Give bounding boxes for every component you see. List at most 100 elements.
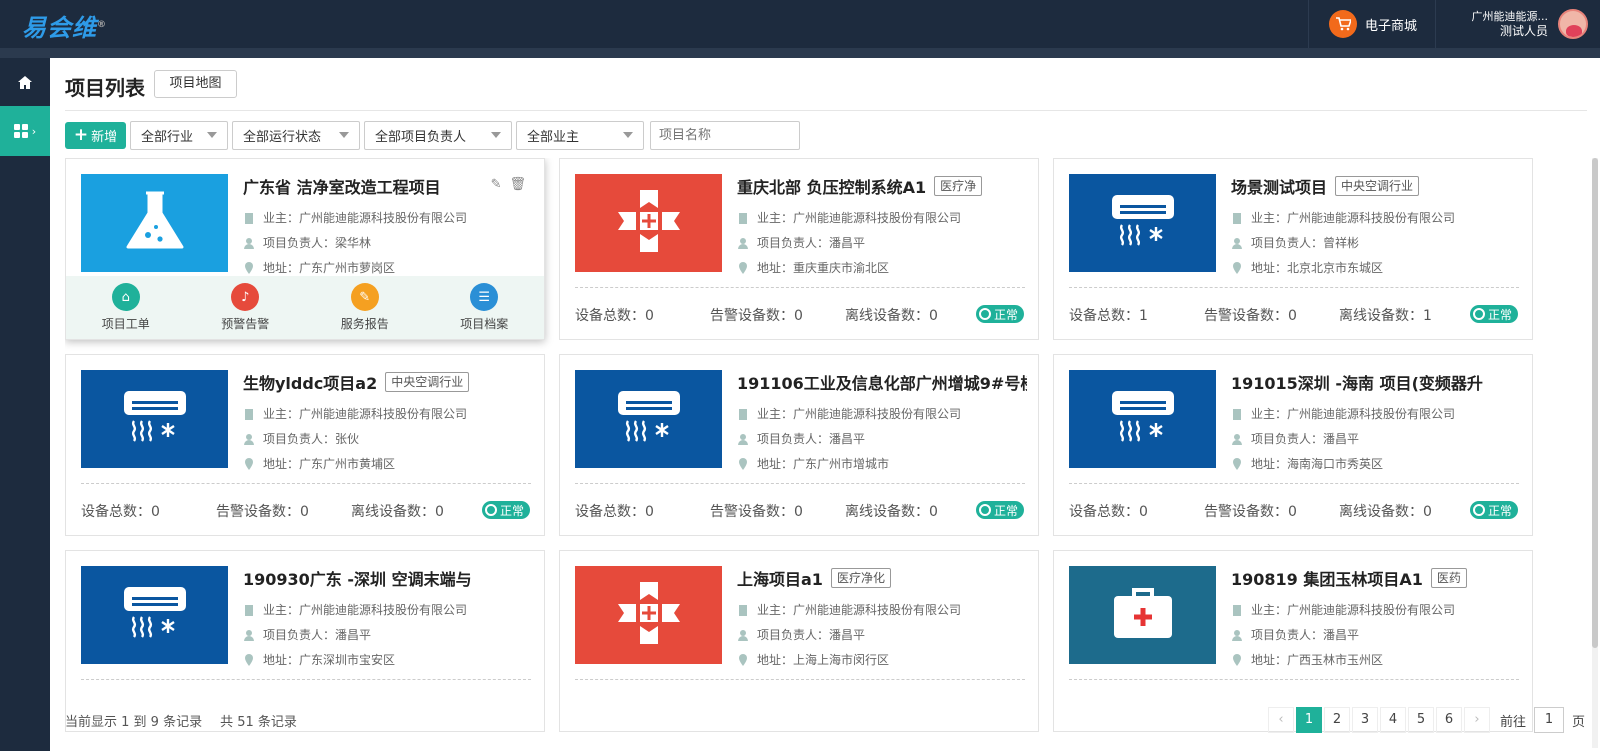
- project-thumbnail[interactable]: [81, 370, 228, 468]
- sidebar-item-home[interactable]: [0, 58, 50, 106]
- next-page-button[interactable]: ›: [1463, 707, 1490, 733]
- add-project-button[interactable]: + 新增: [65, 121, 126, 149]
- status-check-icon: [978, 504, 991, 516]
- owner-line: 业主： 广州能迪能源科技股份有限公司: [737, 601, 961, 618]
- page-1[interactable]: 1: [1295, 707, 1322, 733]
- card-action-2[interactable]: ✎ 服务报告: [305, 276, 425, 339]
- divider: [81, 483, 531, 484]
- building-icon: [1231, 212, 1243, 224]
- cart-icon: [1329, 10, 1357, 38]
- project-title[interactable]: 广东省 洁净室改造工程项目: [243, 174, 533, 198]
- divider: [575, 679, 1025, 680]
- location-pin-icon: [1231, 261, 1243, 274]
- air-conditioner-icon: [1110, 389, 1176, 449]
- alarm-total: 告警设备数：0: [710, 504, 803, 520]
- building-icon: [737, 212, 749, 224]
- project-name-search-input[interactable]: [650, 120, 800, 150]
- sidebar-item-apps[interactable]: ›: [0, 106, 50, 156]
- project-title[interactable]: 191015深圳 -海南 项目(变频器升: [1231, 370, 1521, 394]
- caret-down-icon: [207, 132, 217, 138]
- building-icon: [737, 408, 749, 420]
- scrollbar[interactable]: [1592, 158, 1598, 748]
- project-title[interactable]: 重庆北部 负压控制系统A1 医疗净: [737, 174, 1027, 198]
- device-total: 设备总数：0: [575, 308, 654, 324]
- status-badge: 正常: [975, 305, 1024, 323]
- card-action-3[interactable]: ☰ 项目档案: [425, 276, 545, 339]
- project-title[interactable]: 上海项目a1 医疗净化: [737, 566, 1027, 590]
- project-thumbnail[interactable]: [1069, 370, 1216, 468]
- page-2[interactable]: 2: [1323, 707, 1350, 733]
- project-card[interactable]: 191106工业及信息化部广州增城9#号楼a 业主： 广州能迪能源科技股份有限公司项…: [559, 354, 1039, 536]
- device-total: 设备总数：0: [81, 504, 160, 520]
- project-thumbnail[interactable]: [81, 566, 228, 664]
- device-total: 设备总数：0: [1069, 504, 1148, 520]
- goto-page-input[interactable]: 1: [1533, 707, 1564, 733]
- shop-link[interactable]: 电子商城: [1308, 0, 1436, 48]
- project-thumbnail[interactable]: [575, 174, 722, 272]
- project-title[interactable]: 场景测试项目 中央空调行业: [1231, 174, 1521, 198]
- chevron-right-icon: ›: [31, 124, 37, 138]
- header-strip: [0, 48, 1600, 58]
- project-title[interactable]: 生物ylddc项目a2 中央空调行业: [243, 370, 533, 394]
- owner-line: 业主： 广州能迪能源科技股份有限公司: [243, 601, 467, 618]
- person-icon: [737, 629, 749, 641]
- manager-select[interactable]: 全部项目负责人: [364, 120, 512, 150]
- project-grid: 广东省 洁净室改造工程项目 业主： 广州能迪能源科技股份有限公司 项目负责人： 梁华林地…: [65, 158, 1537, 746]
- air-conditioner-icon: [616, 389, 682, 449]
- project-card[interactable]: 广东省 洁净室改造工程项目 业主： 广州能迪能源科技股份有限公司 项目负责人： 梁华林地…: [65, 158, 545, 340]
- project-card[interactable]: 场景测试项目 中央空调行业业主： 广州能迪能源科技股份有限公司 项目负责人： 曾祥彬地址…: [1053, 158, 1533, 340]
- manager-line: 项目负责人： 曾祥彬: [1231, 234, 1359, 251]
- person-icon: [243, 237, 255, 249]
- project-title[interactable]: 191106工业及信息化部广州增城9#号楼a: [737, 370, 1027, 394]
- industry-select[interactable]: 全部行业: [130, 120, 228, 150]
- air-conditioner-icon: [122, 585, 188, 645]
- card-action-1[interactable]: ♪ 预警告警: [186, 276, 306, 339]
- owner-line: 业主： 广州能迪能源科技股份有限公司: [1231, 209, 1455, 226]
- page-5[interactable]: 5: [1407, 707, 1434, 733]
- prev-page-button[interactable]: ‹: [1267, 707, 1294, 733]
- avatar[interactable]: [1558, 9, 1588, 39]
- offline-total: 离线设备数：0: [1339, 504, 1432, 520]
- building-icon: [1231, 408, 1243, 420]
- project-thumbnail[interactable]: [81, 174, 228, 272]
- device-total: 设备总数：0: [575, 504, 654, 520]
- project-thumbnail[interactable]: [575, 566, 722, 664]
- page-4[interactable]: 4: [1379, 707, 1406, 733]
- offline-total: 离线设备数：0: [845, 504, 938, 520]
- person-icon: [737, 237, 749, 249]
- project-card[interactable]: 191015深圳 -海南 项目(变频器升 业主： 广州能迪能源科技股份有限公司 项目负…: [1053, 354, 1533, 536]
- project-map-button[interactable]: 项目地图: [154, 70, 237, 98]
- flask-icon: [120, 189, 190, 257]
- edit-icon[interactable]: ✎: [491, 177, 502, 192]
- project-card[interactable]: 重庆北部 负压控制系统A1 医疗净 业主： 广州能迪能源科技股份有限公司 项目负责人：潘…: [559, 158, 1039, 340]
- logo[interactable]: 易会维®: [22, 8, 107, 43]
- owner-line: 业主： 广州能迪能源科技股份有限公司: [737, 209, 961, 226]
- location-pin-icon: [1231, 457, 1243, 470]
- pager: ‹ 1 2 3 4 5 6 › 前往 1 页: [1266, 702, 1585, 738]
- status-badge: 正常: [1469, 305, 1518, 323]
- address-line: 地址： 北京北京市东城区: [1231, 259, 1383, 276]
- project-thumbnail[interactable]: [575, 370, 722, 468]
- building-icon: [737, 604, 749, 616]
- device-stats: 设备总数：0 告警设备数：0 离线设备数：0: [575, 305, 1030, 325]
- project-title[interactable]: 190930广东 -深圳 空调末端与: [243, 566, 533, 590]
- top-bar: 易会维® 电子商城 广州能迪能源... 测试人员: [0, 0, 1600, 48]
- status-select[interactable]: 全部运行状态: [232, 120, 360, 150]
- address-line: 地址： 广东广州市黄埔区: [243, 455, 395, 472]
- page-3[interactable]: 3: [1351, 707, 1378, 733]
- owner-select[interactable]: 全部业主: [516, 120, 644, 150]
- owner-line: 业主： 广州能迪能源科技股份有限公司: [1231, 405, 1455, 422]
- user-menu[interactable]: 广州能迪能源... 测试人员: [1436, 0, 1600, 48]
- project-thumbnail[interactable]: [1069, 566, 1216, 664]
- record-range: 当前显示 1 到 9 条记录: [65, 714, 203, 730]
- project-thumbnail[interactable]: [1069, 174, 1216, 272]
- location-pin-icon: [1231, 653, 1243, 666]
- card-action-0[interactable]: ⌂ 项目工单: [66, 276, 186, 339]
- trash-icon[interactable]: 🗑: [509, 177, 526, 192]
- report-icon: ✎: [350, 283, 379, 311]
- page-6[interactable]: 6: [1435, 707, 1462, 733]
- project-title[interactable]: 190819 集团玉林项目A1 医药: [1231, 566, 1521, 590]
- manager-line: 项目负责人： 潘昌平: [737, 626, 865, 643]
- medical-cross-icon: [616, 188, 682, 258]
- project-card[interactable]: 生物ylddc项目a2 中央空调行业 业主： 广州能迪能源科技股份有限公司 项目负责人：…: [65, 354, 545, 536]
